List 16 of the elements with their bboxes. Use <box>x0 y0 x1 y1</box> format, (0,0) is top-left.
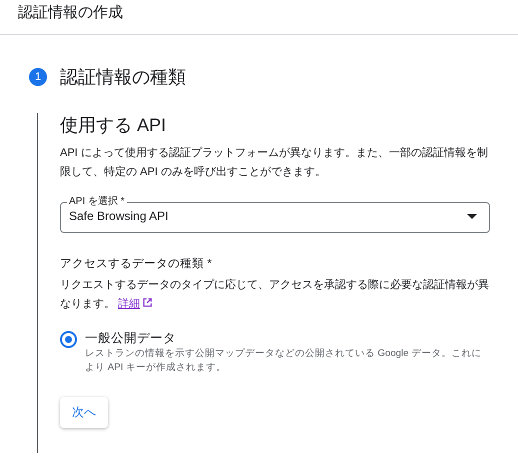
field-description: リクエストするデータのタイプに応じて、アクセスを承認する際に必要な認証情報が異なります。 詳細 <box>60 278 490 312</box>
section-title: 使用する API <box>60 114 168 136</box>
radio-button[interactable] <box>60 331 77 348</box>
select-label: API を選択 * <box>68 196 126 208</box>
details-link[interactable]: 詳細 <box>118 298 153 310</box>
step-title: 認証情報の種類 <box>60 66 186 89</box>
field-label: アクセスするデータの種類 * <box>60 256 213 272</box>
page-title: 認証情報の作成 <box>18 3 123 23</box>
next-button[interactable]: 次へ <box>60 397 108 428</box>
step-number: 1 <box>29 68 47 86</box>
section-description: API によって使用する認証プラットフォームが異なります。また、一部の認証情報を制限して、特定の API のみを呼び出すことができます。 <box>60 146 489 180</box>
external-link-icon <box>142 297 153 308</box>
api-select[interactable]: API を選択 * Safe Browsing API <box>60 196 490 233</box>
option-label: 一般公開データ <box>85 330 177 347</box>
caret-icon <box>467 214 477 218</box>
option-description: レストランの情報を示す公開マップデータなどの公開されている Google データ。これにより API キーが作成されます。 <box>85 347 482 375</box>
